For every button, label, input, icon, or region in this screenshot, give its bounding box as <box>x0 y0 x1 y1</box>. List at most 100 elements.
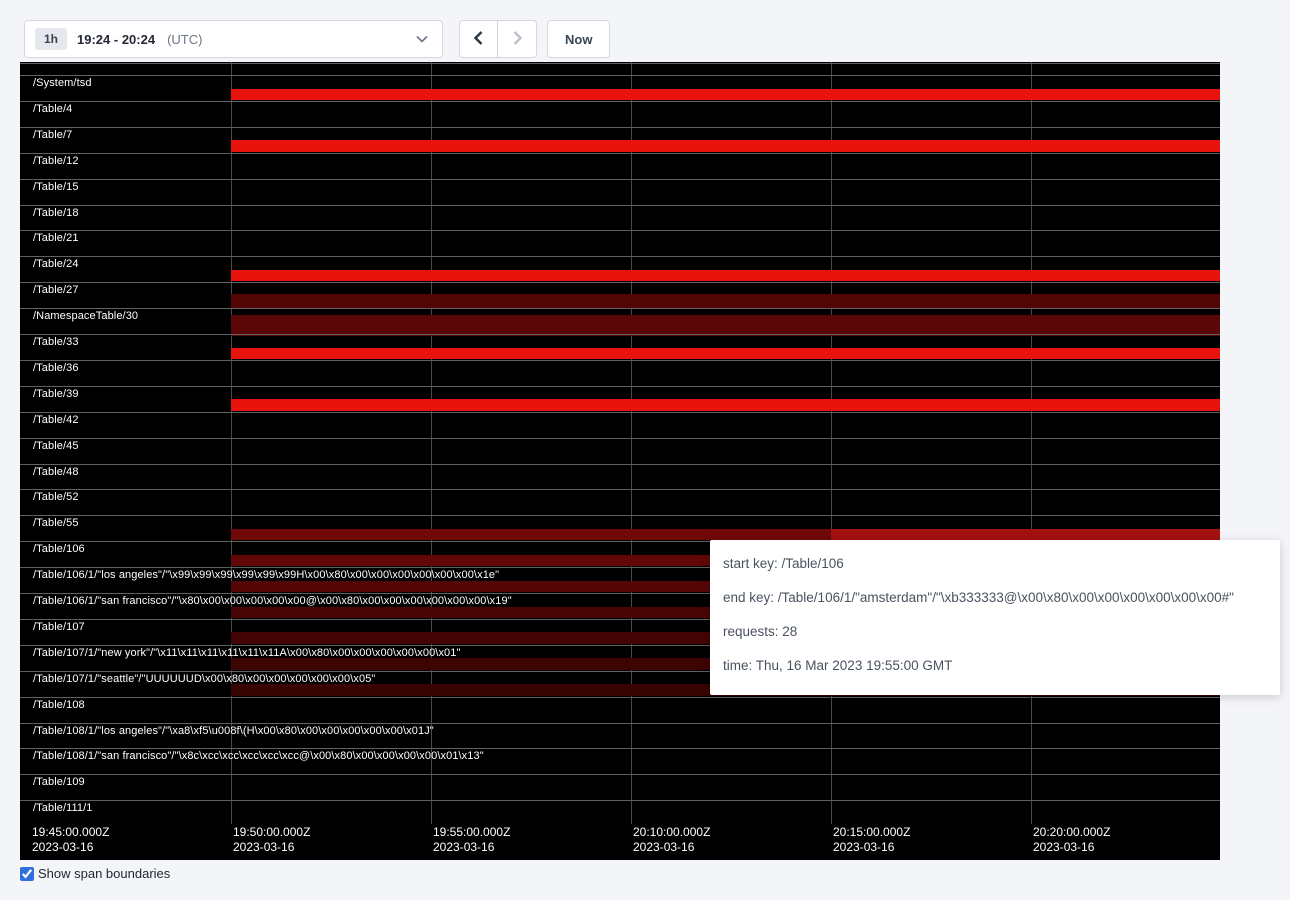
span-boundary-line <box>20 101 1220 102</box>
span-key-label: /Table/55 <box>33 517 79 529</box>
show-span-boundaries-label: Show span boundaries <box>38 866 170 881</box>
span-boundary-line <box>20 800 1220 801</box>
chevron-down-icon <box>416 35 428 43</box>
heat-band[interactable] <box>231 399 1220 411</box>
time-axis-date: 2023-03-16 <box>833 840 910 855</box>
heat-band[interactable] <box>231 348 1220 360</box>
span-key-label: /NamespaceTable/30 <box>33 310 138 322</box>
span-key-label: /Table/107/1/"seattle"/"UUUUUUD\x00\x80\… <box>33 673 375 685</box>
vertical-gridline <box>1031 62 1032 824</box>
time-axis-time: 19:45:00.000Z <box>32 825 109 840</box>
vertical-gridline <box>431 62 432 824</box>
span-boundary-line <box>20 153 1220 154</box>
heat-band[interactable] <box>831 529 1220 541</box>
show-span-boundaries-checkbox[interactable] <box>20 867 34 881</box>
time-axis-date: 2023-03-16 <box>433 840 510 855</box>
span-boundary-line <box>20 75 1220 76</box>
now-button[interactable]: Now <box>547 20 610 58</box>
prev-range-button[interactable] <box>459 20 498 58</box>
span-boundary-line <box>20 256 1220 257</box>
span-key-label: /Table/108 <box>33 699 85 711</box>
span-key-label: /Table/107 <box>33 621 85 633</box>
heat-band[interactable] <box>231 89 1220 101</box>
time-range-text: 19:24 - 20:24 <box>77 32 155 47</box>
span-key-label: /Table/33 <box>33 336 79 348</box>
time-axis-date: 2023-03-16 <box>1033 840 1110 855</box>
vertical-gridline <box>231 62 232 824</box>
hover-tooltip: start key: /Table/106 end key: /Table/10… <box>710 540 1280 695</box>
span-key-label: /Table/108/1/"san francisco"/"\x8c\xcc\x… <box>33 750 484 762</box>
span-key-label: /Table/39 <box>33 388 79 400</box>
time-axis-time: 20:20:00.000Z <box>1033 825 1110 840</box>
span-boundary-line <box>20 205 1220 206</box>
span-boundary-line <box>20 412 1220 413</box>
span-key-label: /Table/18 <box>33 207 79 219</box>
span-key-label: /Table/42 <box>33 414 79 426</box>
span-boundary-line <box>20 127 1220 128</box>
span-key-label: /Table/108/1/"los angeles"/"\xa8\xf5\u00… <box>33 725 434 737</box>
span-boundary-line <box>20 360 1220 361</box>
time-axis-time: 19:50:00.000Z <box>233 825 310 840</box>
span-key-label: /Table/15 <box>33 181 79 193</box>
span-boundary-line <box>20 63 1220 64</box>
key-visualizer-page: 1h 19:24 - 20:24 (UTC) Now /System/tsd/T… <box>0 0 1290 900</box>
span-key-label: /Table/107/1/"new york"/"\x11\x11\x11\x1… <box>33 647 461 659</box>
time-axis-date: 2023-03-16 <box>233 840 310 855</box>
span-key-label: /Table/106/1/"san francisco"/"\x80\x00\x… <box>33 595 512 607</box>
toolbar: 1h 19:24 - 20:24 (UTC) Now <box>24 20 610 58</box>
heat-band[interactable] <box>231 140 1220 152</box>
span-boundary-line <box>20 723 1220 724</box>
span-key-label: /Table/109 <box>33 776 85 788</box>
span-key-label: /Table/4 <box>33 103 72 115</box>
time-nav-group <box>459 20 537 58</box>
chevron-right-icon <box>513 31 522 48</box>
span-boundary-line <box>20 515 1220 516</box>
span-key-label: /Table/45 <box>33 440 79 452</box>
tooltip-start-key: start key: /Table/106 <box>723 554 1267 574</box>
span-key-label: /Table/12 <box>33 155 79 167</box>
span-boundary-line <box>20 774 1220 775</box>
key-visualizer-canvas[interactable]: /System/tsd/Table/4/Table/7/Table/12/Tab… <box>20 62 1220 860</box>
time-preset-badge: 1h <box>35 28 67 50</box>
time-axis-label: 19:50:00.000Z2023-03-16 <box>233 825 310 855</box>
span-key-label: /Table/36 <box>33 362 79 374</box>
show-span-boundaries-row: Show span boundaries <box>20 866 170 881</box>
tooltip-time: time: Thu, 16 Mar 2023 19:55:00 GMT <box>723 656 1267 676</box>
span-boundary-line <box>20 438 1220 439</box>
span-key-label: /Table/27 <box>33 284 79 296</box>
span-boundary-line <box>20 308 1220 309</box>
span-boundary-line <box>20 697 1220 698</box>
span-boundary-line <box>20 334 1220 335</box>
span-key-label: /Table/21 <box>33 232 79 244</box>
span-key-label: /Table/106/1/"los angeles"/"\x99\x99\x99… <box>33 569 499 581</box>
heat-band[interactable] <box>231 270 1220 282</box>
next-range-button[interactable] <box>498 20 537 58</box>
span-key-label: /System/tsd <box>33 77 92 89</box>
span-key-label: /Table/111/1 <box>33 802 93 814</box>
time-range-timezone: (UTC) <box>167 32 202 47</box>
tooltip-end-key: end key: /Table/106/1/"amsterdam"/"\xb33… <box>723 588 1267 608</box>
time-axis-time: 20:15:00.000Z <box>833 825 910 840</box>
time-axis-date: 2023-03-16 <box>633 840 710 855</box>
span-boundary-line <box>20 489 1220 490</box>
vertical-gridline <box>631 62 632 824</box>
span-boundary-line <box>20 179 1220 180</box>
heat-band[interactable] <box>231 315 1220 336</box>
span-key-label: /Table/48 <box>33 466 79 478</box>
span-boundary-line <box>20 282 1220 283</box>
chevron-left-icon <box>474 31 483 48</box>
time-axis-label: 20:15:00.000Z2023-03-16 <box>833 825 910 855</box>
time-axis-time: 19:55:00.000Z <box>433 825 510 840</box>
span-key-label: /Table/7 <box>33 129 72 141</box>
time-axis-date: 2023-03-16 <box>32 840 109 855</box>
span-boundary-line <box>20 464 1220 465</box>
span-key-label: /Table/52 <box>33 491 79 503</box>
span-key-label: /Table/24 <box>33 258 79 270</box>
heat-band[interactable] <box>231 294 1220 308</box>
time-axis-label: 20:20:00.000Z2023-03-16 <box>1033 825 1110 855</box>
time-range-selector[interactable]: 1h 19:24 - 20:24 (UTC) <box>24 20 443 58</box>
span-key-label: /Table/106 <box>33 543 85 555</box>
heat-band[interactable] <box>231 529 831 541</box>
time-axis-label: 19:55:00.000Z2023-03-16 <box>433 825 510 855</box>
span-boundary-line <box>20 230 1220 231</box>
